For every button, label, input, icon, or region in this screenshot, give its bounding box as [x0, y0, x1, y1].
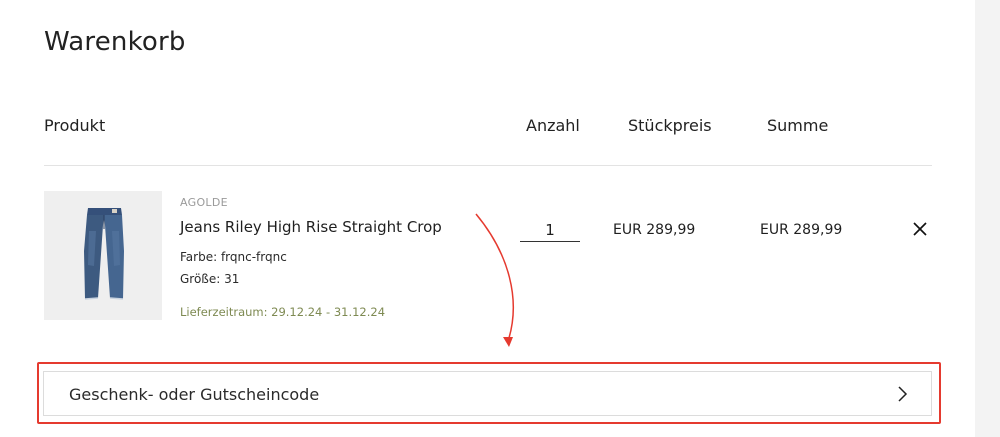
product-color: Farbe: frqnc-frqnc	[180, 250, 287, 264]
header-divider	[44, 165, 932, 166]
page-title: Warenkorb	[44, 27, 186, 57]
header-unit-price: Stückpreis	[628, 116, 712, 135]
delivery-window: Lieferzeitraum: 29.12.24 - 31.12.24	[180, 305, 386, 319]
product-image[interactable]	[44, 191, 162, 320]
chevron-right-icon	[898, 386, 908, 402]
header-quantity: Anzahl	[526, 116, 580, 135]
jeans-icon	[84, 208, 124, 300]
close-icon	[913, 222, 927, 236]
voucher-code-toggle[interactable]: Geschenk- oder Gutscheincode	[43, 371, 932, 416]
header-total: Summe	[767, 116, 829, 135]
cart-page: Warenkorb Produkt Anzahl Stückpreis Summ…	[0, 0, 1000, 437]
remove-item-button[interactable]	[909, 218, 931, 240]
quantity-input[interactable]	[520, 218, 580, 242]
scrollbar-track[interactable]	[975, 0, 1000, 437]
product-name-link[interactable]: Jeans Riley High Rise Straight Crop	[180, 218, 442, 236]
product-brand: AGOLDE	[180, 196, 228, 209]
unit-price: EUR 289,99	[613, 222, 696, 238]
line-total: EUR 289,99	[760, 222, 843, 238]
product-size: Größe: 31	[180, 272, 240, 286]
header-product: Produkt	[44, 116, 106, 135]
voucher-label: Geschenk- oder Gutscheincode	[69, 385, 320, 404]
